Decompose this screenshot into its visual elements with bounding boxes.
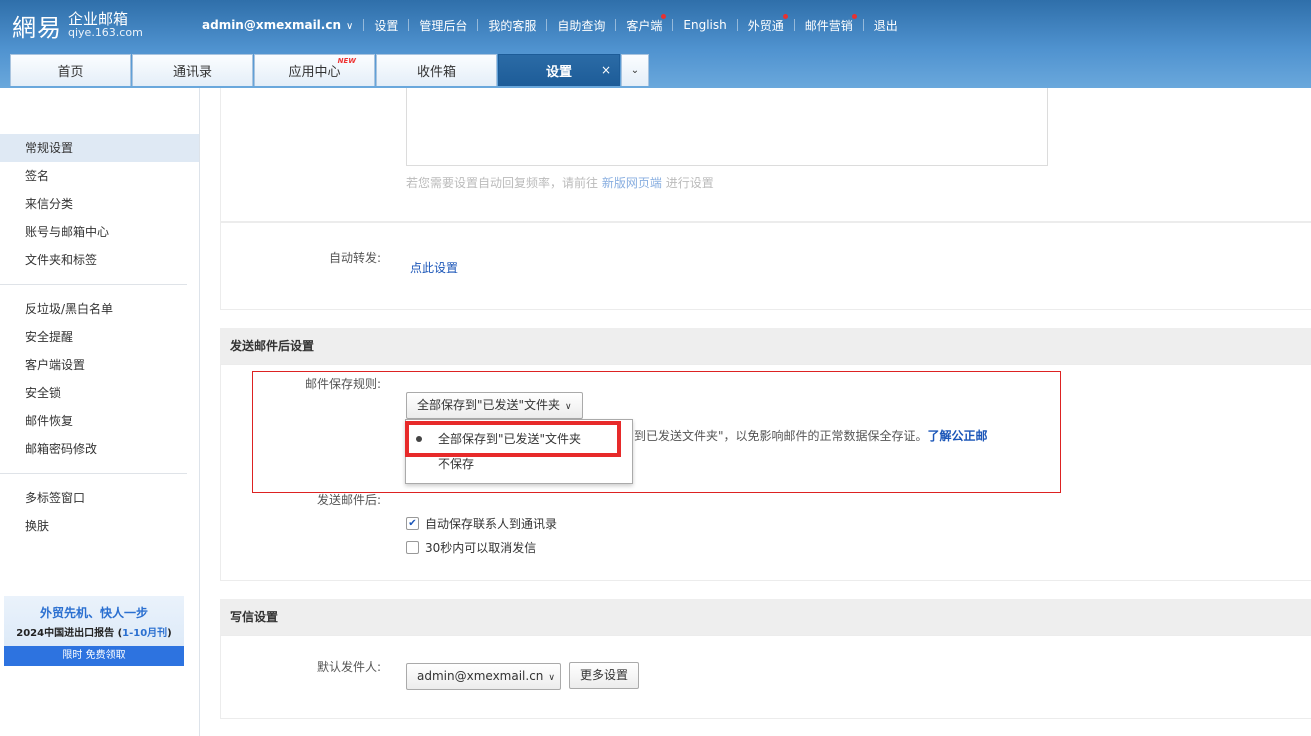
nav-marketing-label: 邮件营销 <box>804 18 853 33</box>
settings-main: 若您需要设置自动回复频率，请前往 新版网页端 进行设置 自动转发: 点此设置 发… <box>220 88 1311 736</box>
tab-home[interactable]: 首页 <box>10 54 131 86</box>
nav-divider <box>546 19 548 31</box>
autoreply-hint-pre: 若您需要设置自动回复频率，请前往 <box>406 176 599 190</box>
sidebar-item-security-alert[interactable]: 安全提醒 <box>0 323 199 351</box>
default-sender-value: admin@xmexmail.cn <box>417 669 544 683</box>
save-contacts-option[interactable]: ✔ 自动保存联系人到通讯录 <box>406 515 557 532</box>
send-settings-title: 发送邮件后设置 <box>220 328 1311 364</box>
autoreply-hint: 若您需要设置自动回复频率，请前往 新版网页端 进行设置 <box>406 174 714 191</box>
promo-title: 外贸先机、快人一步 <box>39 606 148 620</box>
promo-subtitle-post: ) <box>167 628 172 639</box>
forward-label: 自动转发: <box>328 251 381 265</box>
logo-subtitle: 企业邮箱 qiye.163.com <box>68 9 143 40</box>
nav-logout[interactable]: 退出 <box>874 17 898 34</box>
sidebar-divider <box>0 473 187 474</box>
nav-self-query[interactable]: 自助查询 <box>557 17 605 34</box>
tab-settings[interactable]: 设置 × <box>498 54 620 86</box>
notification-dot <box>661 13 667 19</box>
nav-divider <box>408 19 410 31</box>
logo-product-name: 企业邮箱 <box>68 9 129 28</box>
nav-divider <box>736 19 738 31</box>
nav-trade[interactable]: 外贸通 <box>747 13 788 34</box>
save-contacts-label: 自动保存联系人到通讯录 <box>425 517 558 531</box>
promo-subtitle-pre: 2024中国进出口报告 ( <box>16 628 123 639</box>
sidebar-item-antispam[interactable]: 反垃圾/黑白名单 <box>0 295 199 323</box>
undo-send-checkbox[interactable] <box>406 541 419 554</box>
nav-marketing[interactable]: 邮件营销 <box>804 13 857 34</box>
top-header: 網易 企业邮箱 qiye.163.com admin@xmexmail.cn ∨ … <box>0 0 1311 88</box>
promo-subtitle-highlight: 1-10月刊 <box>122 628 168 639</box>
nav-divider <box>363 19 365 31</box>
tab-contacts-label: 通讯录 <box>172 65 212 80</box>
top-nav: admin@xmexmail.cn ∨ 设置 管理后台 我的客服 自助查询 客户端… <box>202 13 898 34</box>
nav-divider <box>793 19 795 31</box>
nav-admin[interactable]: 管理后台 <box>419 17 467 34</box>
forward-settings-link[interactable]: 点此设置 <box>410 259 458 276</box>
chevron-down-icon: ∨ <box>346 21 354 32</box>
notification-dot <box>851 13 857 19</box>
nav-support[interactable]: 我的客服 <box>488 17 536 34</box>
tab-home-label: 首页 <box>57 65 84 80</box>
sidebar-item-folders[interactable]: 文件夹和标签 <box>0 246 199 274</box>
autoreply-hint-post: 进行设置 <box>665 176 714 190</box>
nav-divider <box>862 19 864 31</box>
nav-client-label: 客户端 <box>626 18 663 33</box>
promo-button[interactable]: 限时 免费领取 <box>4 646 184 666</box>
tab-apps[interactable]: 应用中心 NEW <box>254 54 375 86</box>
tab-inbox[interactable]: 收件箱 <box>376 54 497 86</box>
nav-divider <box>672 19 674 31</box>
settings-sidebar: 常规设置 签名 来信分类 账号与邮箱中心 文件夹和标签 反垃圾/黑白名单 安全提… <box>0 88 200 736</box>
chevron-down-icon: ⌄ <box>630 65 640 76</box>
new-web-link[interactable]: 新版网页端 <box>602 176 662 190</box>
sidebar-item-mail-rules[interactable]: 来信分类 <box>0 190 199 218</box>
nav-divider <box>615 19 617 31</box>
sidebar-divider <box>0 284 187 285</box>
close-icon[interactable]: × <box>601 63 611 77</box>
logo-domain: qiye.163.com <box>68 25 143 39</box>
tab-apps-label: 应用中心 <box>288 65 341 80</box>
account-email: admin@xmexmail.cn <box>202 18 342 32</box>
sidebar-item-signature[interactable]: 签名 <box>0 162 199 190</box>
autoreply-panel: 若您需要设置自动回复频率，请前往 新版网页端 进行设置 <box>220 88 1311 222</box>
compose-settings-title: 写信设置 <box>220 599 1311 635</box>
more-settings-button[interactable]: 更多设置 <box>569 662 640 689</box>
promo-banner[interactable]: 外贸先机、快人一步 2024中国进出口报告 (1-10月刊) 限时 免费领取 <box>4 596 184 666</box>
new-badge: NEW <box>337 57 356 65</box>
sidebar-item-multitab[interactable]: 多标签窗口 <box>0 484 199 512</box>
tabs-more-button[interactable]: ⌄ <box>621 54 649 86</box>
default-sender-label: 默认发件人: <box>316 660 381 674</box>
nav-divider <box>477 19 479 31</box>
tab-contacts[interactable]: 通讯录 <box>132 54 253 86</box>
notification-dot <box>782 13 788 19</box>
forward-panel: 自动转发: 点此设置 <box>220 222 1311 310</box>
autoreply-textarea[interactable] <box>406 88 1048 166</box>
undo-send-label: 30秒内可以取消发信 <box>425 541 537 555</box>
nav-settings[interactable]: 设置 <box>374 17 398 34</box>
undo-send-option[interactable]: 30秒内可以取消发信 <box>406 539 536 556</box>
netease-logo[interactable]: 網易 企业邮箱 qiye.163.com <box>12 8 143 43</box>
compose-settings-panel: 默认发件人: admin@xmexmail.cn ∨ 更多设置 <box>220 635 1311 719</box>
nav-trade-label: 外贸通 <box>747 18 784 33</box>
sidebar-item-skin[interactable]: 换肤 <box>0 512 199 540</box>
after-send-label: 发送邮件后: <box>316 493 381 507</box>
save-rule-highlight-frame <box>252 371 1061 493</box>
save-contacts-checkbox[interactable]: ✔ <box>406 517 419 530</box>
main-tabs: 首页 通讯录 应用中心 NEW 收件箱 设置 × ⌄ <box>10 54 650 86</box>
tab-inbox-label: 收件箱 <box>416 65 456 80</box>
sidebar-item-accounts[interactable]: 账号与邮箱中心 <box>0 218 199 246</box>
chevron-down-icon: ∨ <box>548 673 555 683</box>
sidebar-item-password[interactable]: 邮箱密码修改 <box>0 435 199 463</box>
account-menu[interactable]: admin@xmexmail.cn ∨ <box>202 18 353 32</box>
logo-brand: 網易 <box>12 14 62 42</box>
sidebar-item-security-lock[interactable]: 安全锁 <box>0 379 199 407</box>
sidebar-item-general[interactable]: 常规设置 <box>0 134 199 162</box>
tab-settings-label: 设置 <box>545 65 572 80</box>
sidebar-item-recovery[interactable]: 邮件恢复 <box>0 407 199 435</box>
promo-subtitle: 2024中国进出口报告 (1-10月刊) <box>4 624 184 639</box>
nav-english[interactable]: English <box>683 18 726 32</box>
sidebar-item-client[interactable]: 客户端设置 <box>0 351 199 379</box>
default-sender-select[interactable]: admin@xmexmail.cn ∨ <box>406 663 561 690</box>
nav-client[interactable]: 客户端 <box>626 13 667 34</box>
